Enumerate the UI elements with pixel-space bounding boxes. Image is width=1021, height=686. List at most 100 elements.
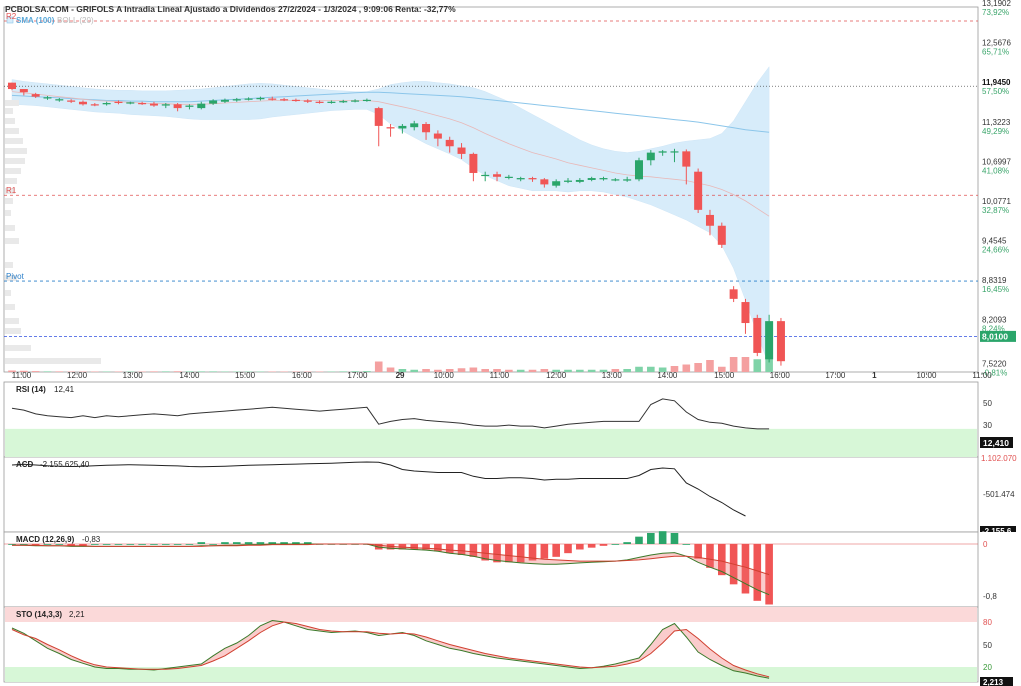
volume-profile-bar bbox=[5, 318, 19, 324]
rsi-oversold-zone bbox=[5, 428, 977, 457]
macd-bar bbox=[221, 542, 229, 544]
candle-body bbox=[351, 100, 360, 102]
macd-bar bbox=[552, 544, 560, 557]
candle-body bbox=[102, 103, 111, 105]
volume-bar bbox=[55, 371, 64, 372]
panel-frame bbox=[3, 456, 979, 533]
macd-bar bbox=[173, 544, 182, 545]
volume-bar bbox=[386, 367, 395, 372]
acd-title: ACD bbox=[16, 460, 34, 469]
price-tick-label: 9,4545 bbox=[982, 237, 1007, 246]
candle-body bbox=[197, 103, 206, 109]
time-label: 14:00 bbox=[179, 371, 200, 380]
candle-body bbox=[149, 103, 158, 106]
time-label: 17:00 bbox=[347, 371, 368, 380]
macd-zero-label: 0 bbox=[983, 540, 988, 549]
macd-bar bbox=[20, 544, 28, 545]
candle-body bbox=[741, 302, 750, 324]
candle-body bbox=[729, 289, 738, 299]
sto-value: 2,21 bbox=[69, 610, 85, 619]
macd-bar bbox=[43, 544, 52, 545]
candle-body bbox=[753, 317, 762, 353]
rsi-level-30: 30 bbox=[983, 421, 992, 430]
candle-body bbox=[256, 97, 265, 100]
macd-bar bbox=[209, 544, 217, 545]
candle-body bbox=[161, 104, 170, 106]
macd-bar bbox=[256, 542, 265, 544]
volume-bar bbox=[43, 371, 52, 372]
time-label: 11:00 bbox=[12, 371, 32, 380]
candle-body bbox=[765, 321, 774, 360]
time-label: 14:00 bbox=[657, 371, 678, 380]
candle-body bbox=[599, 178, 608, 180]
macd-bar bbox=[232, 542, 241, 544]
price-tick-label: 10,0771 bbox=[982, 197, 1011, 206]
candle-body bbox=[244, 98, 253, 100]
acd-value: -2.155.625,40 bbox=[40, 460, 90, 469]
macd-bar bbox=[682, 544, 691, 545]
candle-body bbox=[564, 180, 573, 182]
candle-body bbox=[705, 214, 714, 226]
price-pct-label: 49,29% bbox=[982, 127, 1009, 136]
price-tick-label: 12,5676 bbox=[982, 39, 1011, 48]
acd-top-label: 1.102.070 bbox=[981, 454, 1017, 463]
macd-bar bbox=[197, 542, 206, 544]
volume-bar bbox=[374, 361, 383, 372]
volume-bar bbox=[635, 366, 643, 372]
candle-body bbox=[634, 160, 643, 180]
volume-bar bbox=[457, 368, 466, 372]
macd-bar bbox=[670, 533, 679, 544]
volume-profile-bar bbox=[5, 158, 25, 164]
macd-bar bbox=[8, 544, 16, 545]
candle-body bbox=[398, 125, 407, 129]
candle-body bbox=[220, 99, 229, 102]
reference-label: 11,9450 bbox=[982, 78, 1011, 87]
candle-body bbox=[410, 123, 419, 128]
volume-bar bbox=[729, 357, 738, 372]
candle-body bbox=[422, 124, 431, 133]
rsi-level-50: 50 bbox=[983, 399, 992, 408]
last-price-badge: 8,0100 bbox=[980, 330, 1016, 342]
rsi-title: RSI (14) bbox=[16, 385, 46, 394]
volume-bar bbox=[31, 371, 40, 372]
macd-bar bbox=[126, 544, 135, 545]
candle-body bbox=[67, 100, 76, 102]
macd-bar bbox=[540, 544, 549, 559]
volume-bar bbox=[753, 359, 762, 372]
volume-profile-bar bbox=[5, 210, 11, 216]
time-label: 13:00 bbox=[602, 371, 623, 380]
sto-title: STO (14,3,3) bbox=[16, 610, 62, 619]
macd-bar bbox=[658, 531, 667, 544]
candle-body bbox=[481, 174, 490, 177]
candle-body bbox=[303, 100, 312, 102]
candle-body bbox=[19, 89, 28, 93]
candle-body bbox=[55, 99, 64, 101]
candle-body bbox=[43, 97, 52, 99]
price-pct-label: 65,71% bbox=[982, 48, 1009, 57]
volume-profile-bar bbox=[5, 262, 13, 268]
volume-profile-bar bbox=[5, 345, 31, 351]
candle-body bbox=[776, 321, 785, 362]
macd-bar bbox=[161, 544, 170, 545]
macd-title: MACD (12,26,9) bbox=[16, 535, 75, 544]
volume-bar bbox=[706, 360, 714, 372]
candle-body bbox=[280, 99, 289, 101]
candle-body bbox=[315, 101, 324, 103]
price-tick-label: 11,3223 bbox=[982, 118, 1011, 127]
volume-bar bbox=[647, 366, 655, 372]
price-tick-label: 13,1902 bbox=[982, 0, 1011, 8]
volume-profile-bar bbox=[5, 358, 101, 364]
candle-body bbox=[528, 178, 537, 180]
volume-bar bbox=[481, 369, 489, 372]
candle-body bbox=[173, 104, 182, 109]
svg-text:8,0100: 8,0100 bbox=[982, 331, 1008, 341]
acd-mid-label: -501.474 bbox=[983, 490, 1015, 499]
macd-bar bbox=[55, 544, 64, 545]
candle-body bbox=[291, 99, 300, 102]
candle-body bbox=[90, 104, 99, 106]
rsi-value: 12,41 bbox=[54, 385, 75, 394]
volume-profile-bar bbox=[5, 128, 19, 134]
volume-bar bbox=[623, 369, 631, 372]
candle-body bbox=[185, 105, 194, 107]
macd-bar bbox=[635, 536, 643, 544]
